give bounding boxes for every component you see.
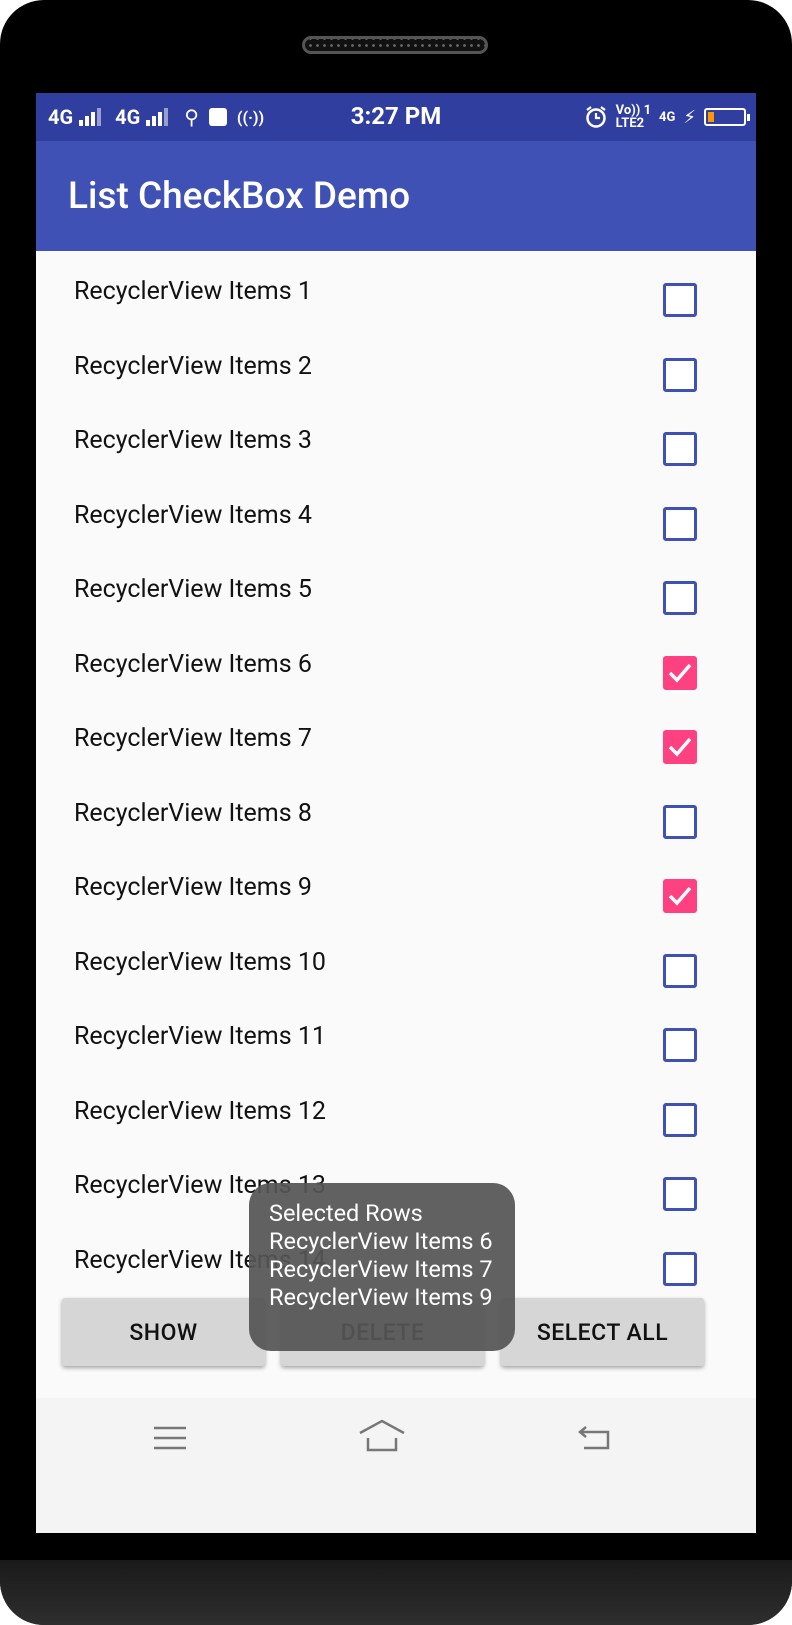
phone-speaker	[302, 36, 488, 54]
checkmark-icon	[668, 663, 692, 683]
toast-message: Selected Rows RecyclerView Items 6 Recycle…	[249, 1183, 515, 1351]
list-item-label: RecyclerView Items 5	[74, 575, 312, 604]
list-item-checkbox[interactable]	[663, 804, 697, 839]
battery-icon	[704, 108, 750, 126]
toast-line: RecyclerView Items 9	[269, 1283, 493, 1311]
toast-line: RecyclerView Items 6	[269, 1227, 493, 1255]
list-item-label: RecyclerView Items 1	[74, 277, 312, 306]
list-item[interactable]: RecyclerView Items 7	[36, 700, 756, 775]
list-item-checkbox[interactable]	[663, 1028, 697, 1062]
alarm-icon	[585, 106, 606, 128]
navigation-bar	[36, 1398, 756, 1533]
checkmark-icon	[668, 886, 692, 906]
list-item[interactable]: RecyclerView Items 10	[36, 924, 756, 999]
list-item-checkbox[interactable]	[663, 1102, 697, 1137]
list-item-checkbox[interactable]	[663, 730, 697, 764]
phone-bottom-bezel	[0, 1560, 792, 1625]
toast-line: RecyclerView Items 7	[269, 1255, 493, 1283]
list-item[interactable]: RecyclerView Items 3	[36, 402, 756, 477]
volte-indicator: Vo)) 1 LTE2	[616, 104, 651, 130]
phone-frame: 4G 4G ⚲ ((·)) 3:27 PM Vo)) 1 LTE2 4G ⚡ L…	[0, 0, 792, 1625]
screen: 4G 4G ⚲ ((·)) 3:27 PM Vo)) 1 LTE2 4G ⚡ L…	[36, 93, 756, 1533]
app-title: List CheckBox Demo	[68, 175, 411, 218]
list-item-checkbox[interactable]	[663, 581, 697, 615]
list-item-label: RecyclerView Items 3	[74, 426, 312, 455]
list-item[interactable]: RecyclerView Items 12	[36, 1073, 756, 1148]
list-item-checkbox[interactable]	[663, 1177, 697, 1211]
network-type-right: 4G	[659, 109, 676, 125]
list-item[interactable]: RecyclerView Items 1	[36, 253, 756, 328]
list-item-label: RecyclerView Items 6	[74, 649, 312, 679]
list-item-label: RecyclerView Items 12	[74, 1096, 326, 1126]
list-item-checkbox[interactable]	[663, 879, 697, 913]
list-item-checkbox[interactable]	[663, 1251, 697, 1286]
charging-icon: ⚡	[683, 106, 696, 128]
list-item-checkbox[interactable]	[663, 283, 697, 317]
list-item-label: RecyclerView Items 9	[74, 873, 312, 902]
checkmark-icon	[668, 737, 692, 757]
list-item[interactable]: RecyclerView Items 4	[36, 477, 756, 552]
list-item-checkbox[interactable]	[663, 506, 697, 541]
list-item[interactable]: RecyclerView Items 2	[36, 328, 756, 403]
select-all-button[interactable]: SELECT ALL	[501, 1298, 704, 1366]
list-item-label: RecyclerView Items 2	[74, 351, 312, 381]
list-item[interactable]: RecyclerView Items 11	[36, 998, 756, 1073]
list-item-label: RecyclerView Items 4	[74, 500, 312, 530]
list-item-checkbox[interactable]	[663, 655, 697, 690]
list-item-checkbox[interactable]	[663, 357, 697, 392]
list-item-label: RecyclerView Items 7	[74, 724, 312, 753]
volte-bottom: LTE2	[615, 116, 645, 131]
menu-icon[interactable]	[153, 1424, 187, 1452]
status-bar: 4G 4G ⚲ ((·)) 3:27 PM Vo)) 1 LTE2 4G ⚡	[36, 93, 756, 141]
list-item-label: RecyclerView Items 8	[74, 798, 312, 828]
list-item-label: RecyclerView Items 10	[74, 947, 326, 977]
list-item-label: RecyclerView Items 11	[74, 1022, 326, 1051]
battery-level	[708, 112, 714, 122]
list-item[interactable]: RecyclerView Items 9	[36, 849, 756, 924]
app-bar: List CheckBox Demo	[36, 141, 756, 251]
back-icon[interactable]	[576, 1424, 612, 1452]
list-item[interactable]: RecyclerView Items 6	[36, 626, 756, 701]
show-button[interactable]: SHOW	[62, 1298, 265, 1366]
list-item-checkbox[interactable]	[663, 432, 697, 466]
list-item-checkbox[interactable]	[663, 953, 697, 988]
status-right: Vo)) 1 LTE2 4G ⚡	[584, 103, 750, 131]
list-item[interactable]: RecyclerView Items 5	[36, 551, 756, 626]
home-icon[interactable]	[358, 1418, 406, 1454]
toast-title: Selected Rows	[269, 1199, 423, 1227]
recycler-list[interactable]: RecyclerView Items 1 RecyclerView Items 2…	[36, 253, 756, 1296]
list-item[interactable]: RecyclerView Items 8	[36, 775, 756, 850]
